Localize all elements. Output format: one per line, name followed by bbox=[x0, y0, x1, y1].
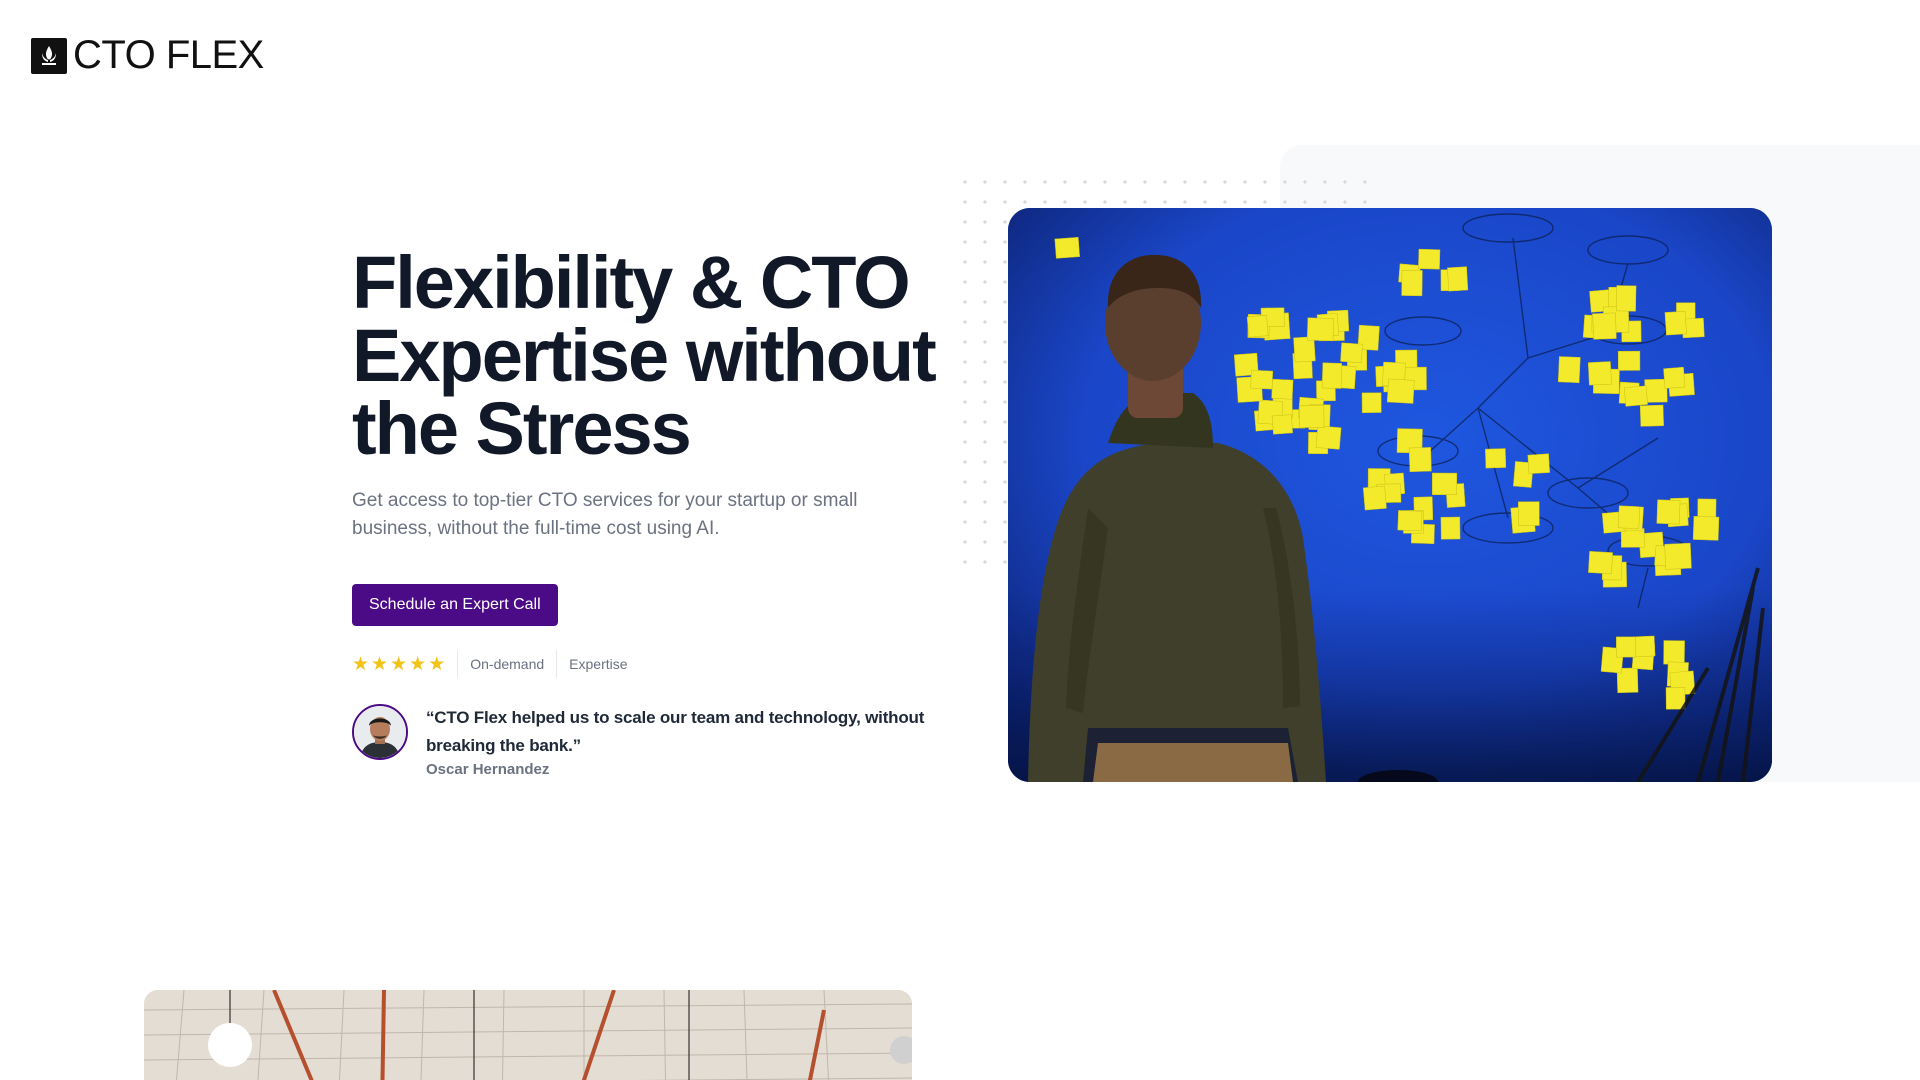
star-icon: ★ bbox=[371, 653, 389, 675]
sticky-note bbox=[1588, 551, 1613, 575]
sticky-note bbox=[1616, 636, 1636, 658]
flame-leaf-icon bbox=[31, 37, 67, 74]
tag-expertise: Expertise bbox=[556, 650, 639, 678]
tag-on-demand: On-demand bbox=[457, 650, 556, 678]
sticky-note bbox=[1054, 236, 1080, 259]
sticky-note bbox=[1665, 687, 1686, 710]
sticky-note bbox=[1697, 498, 1717, 520]
sticky-note bbox=[1587, 361, 1612, 386]
star-icon: ★ bbox=[428, 653, 446, 675]
sticky-note bbox=[1656, 499, 1681, 525]
avatar bbox=[352, 704, 408, 760]
sticky-note bbox=[1663, 366, 1686, 389]
sticky-note bbox=[1518, 501, 1540, 526]
sticky-note bbox=[1644, 378, 1668, 403]
sticky-note bbox=[1592, 312, 1617, 340]
schedule-call-button[interactable]: Schedule an Expert Call bbox=[352, 584, 558, 626]
sticky-note bbox=[1271, 378, 1294, 400]
testimonial: “CTO Flex helped us to scale our team an… bbox=[352, 704, 932, 778]
sticky-note bbox=[1431, 472, 1458, 496]
brand-logo[interactable]: CTO FLEX bbox=[31, 33, 264, 78]
sticky-note bbox=[1299, 405, 1325, 428]
star-icon: ★ bbox=[390, 653, 408, 675]
sticky-note bbox=[1440, 516, 1461, 540]
sticky-note bbox=[1527, 453, 1550, 475]
sticky-note bbox=[1397, 510, 1423, 532]
sticky-note bbox=[1633, 635, 1656, 658]
sticky-note bbox=[1340, 342, 1363, 364]
testimonial-body: “CTO Flex helped us to scale our team an… bbox=[426, 704, 932, 778]
testimonial-quote: “CTO Flex helped us to scale our team an… bbox=[426, 708, 925, 755]
sticky-note bbox=[1386, 378, 1415, 404]
sticky-note bbox=[1418, 248, 1441, 270]
brand-name: CTO FLEX bbox=[73, 33, 264, 77]
office-image bbox=[144, 990, 912, 1080]
star-icon: ★ bbox=[409, 653, 427, 675]
sticky-note bbox=[1271, 414, 1293, 435]
hero-meta: ★ ★ ★ ★ ★ On-demand Expertise bbox=[352, 650, 640, 678]
sticky-note bbox=[1321, 362, 1343, 389]
sticky-note bbox=[1485, 448, 1507, 469]
rating-stars: ★ ★ ★ ★ ★ bbox=[352, 655, 457, 674]
sticky-note bbox=[1663, 640, 1685, 665]
sticky-note bbox=[1447, 266, 1469, 292]
star-icon: ★ bbox=[352, 653, 370, 675]
sticky-note bbox=[1246, 315, 1269, 338]
sticky-note bbox=[1617, 505, 1641, 529]
sticky-note bbox=[1616, 285, 1637, 312]
hero-image bbox=[1008, 208, 1772, 782]
hero-subtitle: Get access to top-tier CTO services for … bbox=[352, 490, 858, 539]
sticky-note bbox=[1401, 269, 1423, 297]
sticky-note bbox=[1617, 350, 1641, 371]
sticky-note bbox=[1250, 369, 1274, 390]
sticky-note bbox=[1362, 485, 1387, 511]
sticky-note bbox=[1692, 515, 1720, 541]
sticky-note bbox=[1664, 542, 1692, 570]
sticky-note bbox=[1306, 317, 1334, 342]
sticky-note bbox=[1361, 392, 1382, 413]
sticky-note bbox=[1639, 404, 1664, 427]
sticky-note bbox=[1315, 425, 1342, 450]
sticky-note bbox=[1623, 385, 1648, 407]
sticky-note bbox=[1664, 310, 1687, 336]
sticky-note bbox=[1408, 447, 1432, 473]
testimonial-author: Oscar Hernandez bbox=[426, 761, 550, 778]
sticky-note bbox=[1557, 356, 1581, 384]
hero-title: Flexibility & CTO Expertise without the … bbox=[352, 241, 937, 470]
